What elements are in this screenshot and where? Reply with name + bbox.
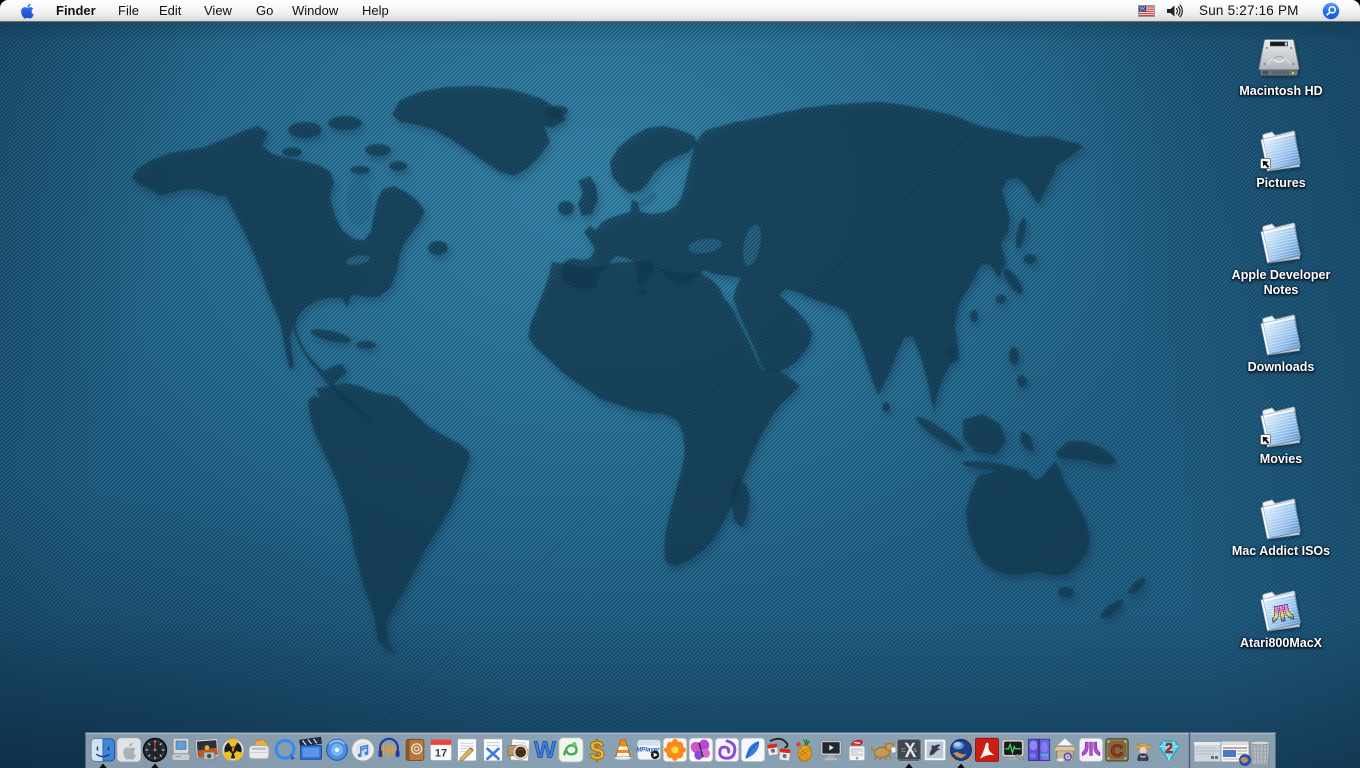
svg-text:W: W <box>534 737 556 763</box>
svg-text:17: 17 <box>435 748 447 760</box>
svg-text:G: G <box>1065 754 1070 761</box>
svg-text:$: $ <box>590 735 605 765</box>
svg-text:C: C <box>1111 741 1124 761</box>
svg-text:C: C <box>901 748 905 754</box>
svg-text:2: 2 <box>1165 741 1173 757</box>
